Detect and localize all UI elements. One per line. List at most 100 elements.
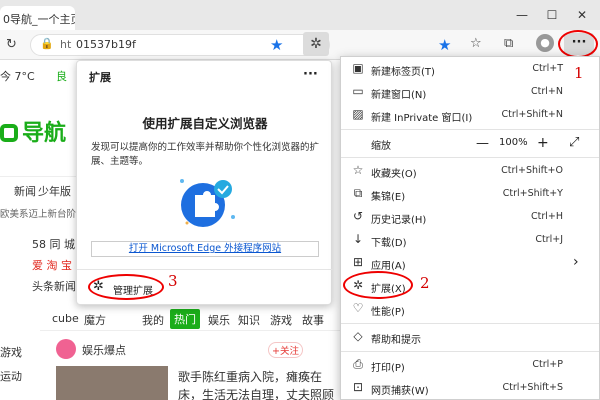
collections-icon: ⧉: [353, 186, 363, 200]
side-link-taobao[interactable]: 爱 淘 宝: [32, 257, 72, 273]
history-icon: ↺: [352, 209, 364, 223]
section-tab-mofang[interactable]: 魔方: [84, 312, 106, 328]
favorites-bar-icon[interactable]: ☆: [470, 36, 482, 51]
extensions-panel-title: 扩展: [89, 71, 111, 84]
help-tips-icon: ◇: [353, 329, 363, 343]
menu-item-zoom: 缩放 — 100% + ⤢: [341, 132, 599, 155]
menu-label: 下载(D): [371, 238, 407, 249]
menu-shortcut: Ctrl+Shift+Y: [502, 188, 563, 199]
menu-item-help[interactable]: ◇ 帮助和提示: [341, 326, 599, 349]
collections-toolbar-icon[interactable]: ⧉: [504, 36, 513, 51]
print-icon: ⎙: [353, 357, 363, 371]
menu-item-collections[interactable]: ⧉ 集锦(E) Ctrl+Shift+Y: [341, 183, 599, 206]
menu-shortcut: Ctrl+Shift+S: [502, 382, 563, 393]
extensions-panel-divider: [77, 269, 333, 270]
menu-shortcut: Ctrl+T: [532, 63, 563, 74]
menu-shortcut: Ctrl+P: [532, 359, 563, 370]
edge-addons-link[interactable]: 打开 Microsoft Edge 外接程序网站: [91, 241, 319, 257]
feed-headline-1[interactable]: 歌手陈红重病入院，瘫痪在: [178, 368, 322, 385]
new-tab-icon: ▣: [352, 61, 364, 75]
feed-source-avatar[interactable]: [56, 339, 76, 359]
extensions-toolbar-icon[interactable]: ✲: [303, 32, 329, 56]
section-tab-games[interactable]: 游戏: [270, 312, 292, 328]
side-link-58[interactable]: 58 同 城: [32, 236, 75, 252]
url-prefix: ht: [60, 38, 72, 51]
nav-kids[interactable]: 少年版: [38, 183, 71, 199]
section-tab-mine[interactable]: 我的: [142, 312, 164, 328]
section-tab-story[interactable]: 故事: [302, 312, 324, 328]
maximize-button[interactable]: ☐: [538, 4, 566, 26]
zoom-out-button[interactable]: —: [476, 136, 489, 151]
feed-thumbnail[interactable]: [56, 366, 168, 400]
close-window-button[interactable]: ✕: [568, 4, 596, 26]
menu-item-web-capture[interactable]: ⊡ 网页捕获(W) Ctrl+Shift+S: [341, 377, 599, 400]
feed-headline-2[interactable]: 床，生活无法自理，丈夫照顾: [178, 386, 334, 400]
left-tag-games[interactable]: 游戏: [0, 344, 22, 360]
download-icon: ↓: [352, 232, 364, 246]
extensions-panel-more-button[interactable]: ···: [303, 67, 318, 82]
menu-separator: [341, 129, 599, 130]
weather-text: 今 7°C: [0, 70, 35, 83]
menu-label: 新建窗口(N): [371, 90, 427, 101]
favorite-star-icon[interactable]: ★: [270, 36, 283, 54]
inprivate-icon: ▨: [352, 107, 364, 121]
zoom-level: 100%: [499, 137, 528, 148]
new-window-icon: ▭: [352, 84, 364, 98]
annotation-ellipse-1: [558, 30, 598, 58]
profile-avatar-icon[interactable]: ●: [536, 34, 554, 52]
menu-label: 集锦(E): [371, 192, 406, 203]
divider: [0, 176, 76, 177]
menu-item-favorites[interactable]: ☆ 收藏夹(O) Ctrl+Shift+O: [341, 160, 599, 183]
address-box[interactable]: [30, 34, 330, 56]
menu-label: 性能(P): [371, 307, 405, 318]
performance-icon: ♡: [352, 301, 364, 315]
menu-item-new-window[interactable]: ▭ 新建窗口(N) Ctrl+N: [341, 81, 599, 104]
menu-item-downloads[interactable]: ↓ 下载(D) Ctrl+J: [341, 229, 599, 252]
menu-label: 帮助和提示: [371, 335, 421, 346]
side-link-headlines[interactable]: 头条新闻: [32, 278, 76, 294]
menu-item-new-tab[interactable]: ▣ 新建标签页(T) Ctrl+T: [341, 58, 599, 81]
ticker-text[interactable]: 欧美系迈上新台阶: [0, 206, 76, 220]
left-tag-sports[interactable]: 运动: [0, 368, 22, 384]
menu-label: 打印(P): [371, 363, 405, 374]
section-tab-ent[interactable]: 娱乐: [208, 312, 230, 328]
annotation-number-3: 3: [168, 272, 178, 290]
apps-icon: ⊞: [352, 255, 364, 269]
brand-logo-text[interactable]: 导航: [0, 115, 66, 147]
url-text[interactable]: 01537b19f: [76, 38, 136, 51]
fullscreen-icon[interactable]: ⤢: [569, 135, 579, 150]
chevron-right-icon: ›: [573, 254, 579, 270]
menu-shortcut: Ctrl+Shift+N: [501, 109, 563, 120]
minimize-button[interactable]: —: [508, 4, 536, 26]
menu-separator: [341, 323, 599, 324]
menu-label: 新建 InPrivate 窗口(I): [371, 113, 473, 124]
menu-label: 应用(A): [371, 261, 406, 272]
follow-button[interactable]: +关注: [268, 342, 303, 358]
menu-item-inprivate[interactable]: ▨ 新建 InPrivate 窗口(I) Ctrl+Shift+N: [341, 104, 599, 127]
menu-shortcut: Ctrl+J: [535, 234, 563, 245]
lock-icon[interactable]: 🔒: [40, 37, 54, 50]
section-tab-knowledge[interactable]: 知识: [238, 312, 260, 328]
nav-news[interactable]: 新闻: [14, 183, 36, 199]
menu-label: 缩放: [371, 141, 391, 152]
menu-shortcut: Ctrl+Shift+O: [501, 165, 563, 176]
menu-item-history[interactable]: ↺ 历史记录(H) Ctrl+H: [341, 206, 599, 229]
menu-label: 新建标签页(T): [371, 67, 435, 78]
feed-source-name[interactable]: 娱乐爆点: [82, 342, 126, 358]
section-tab-hot[interactable]: 热门: [170, 309, 200, 329]
favorites-icon: ☆: [352, 163, 364, 177]
menu-item-print[interactable]: ⎙ 打印(P) Ctrl+P: [341, 354, 599, 377]
extensions-description: 发现可以提高你的工作效率并帮助你个性化浏览器的扩展、主题等。: [91, 142, 320, 167]
annotation-number-2: 2: [420, 274, 430, 292]
extensions-headline: 使用扩展自定义浏览器: [142, 116, 268, 131]
zoom-in-button[interactable]: +: [537, 135, 549, 151]
menu-label: 收藏夹(O): [371, 169, 417, 180]
background-tab[interactable]: 0导航_一个主页，整: [0, 6, 75, 30]
favorite-star-icon-2[interactable]: ★: [438, 36, 451, 54]
menu-label: 历史记录(H): [371, 215, 427, 226]
menu-label: 网页捕获(W): [371, 386, 429, 397]
section-tab-cube[interactable]: cube: [52, 312, 79, 325]
menu-item-performance[interactable]: ♡ 性能(P): [341, 298, 599, 321]
refresh-icon[interactable]: ↻: [6, 37, 17, 52]
extension-puzzle-icon: [180, 179, 235, 227]
